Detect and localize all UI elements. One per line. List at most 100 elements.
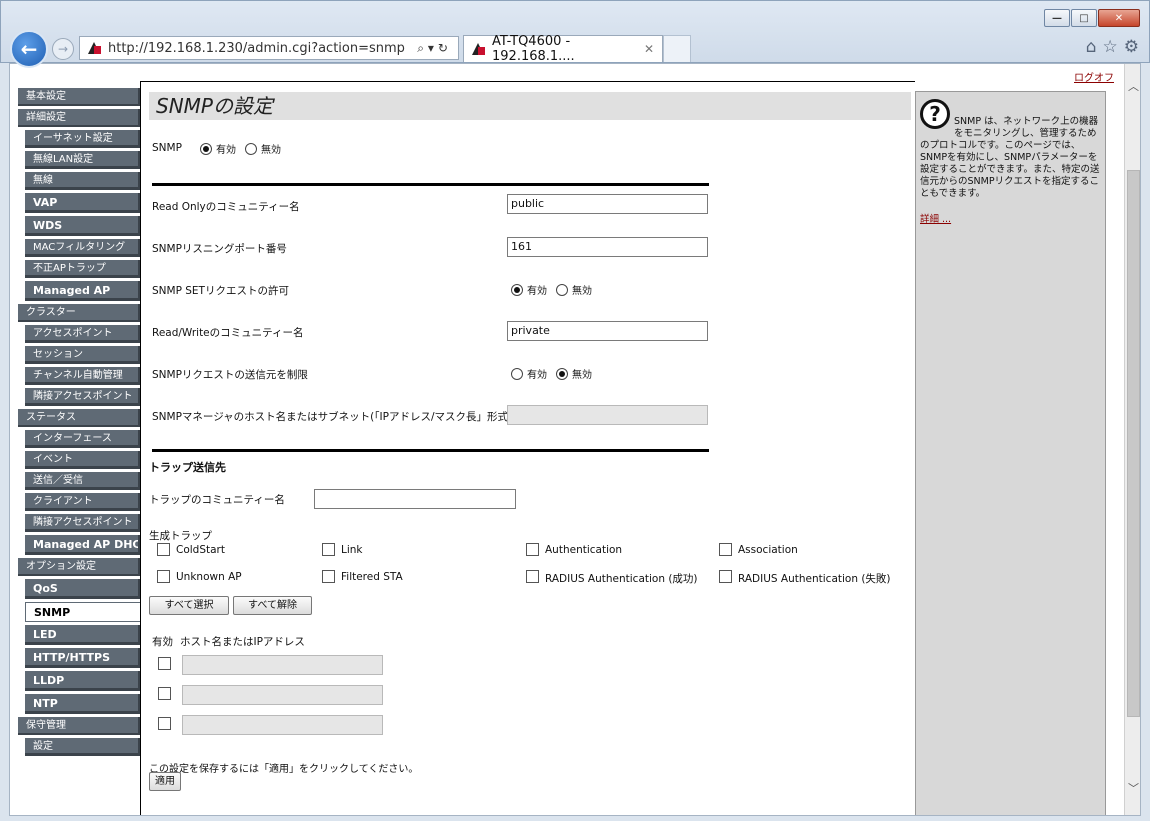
help-more-link[interactable]: 詳細 ... — [920, 214, 1101, 226]
sidebar-item[interactable]: Managed AP — [25, 281, 140, 301]
toolbar-icons: ⌂ ☆ ⚙ — [1086, 37, 1139, 57]
sidebar-item[interactable]: クラスター — [18, 304, 140, 322]
scroll-down-icon[interactable]: ﹀ — [1125, 780, 1140, 798]
snmp-enable-radio[interactable] — [200, 142, 212, 155]
gear-icon[interactable]: ⚙ — [1124, 37, 1139, 57]
trap-checkbox[interactable] — [719, 543, 732, 556]
sidebar-item[interactable]: 隣接アクセスポイント — [25, 388, 140, 406]
host-1-address-input[interactable] — [182, 655, 383, 675]
sidebar-item[interactable]: 隣接アクセスポイント — [25, 514, 140, 532]
tab-title[interactable]: AT-TQ4600 - 192.168.1.... — [492, 34, 644, 64]
sidebar-item[interactable]: イーサネット設定 — [25, 130, 140, 148]
sidebar-item[interactable]: アクセスポイント — [25, 325, 140, 343]
ro-community-input[interactable]: public — [507, 194, 708, 214]
sidebar-item[interactable]: MACフィルタリング — [25, 239, 140, 257]
sidebar-item[interactable]: LED — [25, 625, 140, 645]
new-tab-button[interactable] — [663, 35, 691, 62]
trap-label: RADIUS Authentication (失敗) — [738, 573, 891, 585]
snmp-label: SNMP — [152, 142, 182, 154]
clear-all-button[interactable]: すべて解除 — [233, 596, 312, 615]
address-url[interactable]: http://192.168.1.230/admin.cgi?action=sn… — [108, 41, 417, 56]
restrict-source-label: SNMPリクエストの送信元を制限 — [152, 369, 308, 381]
trap-checkbox[interactable] — [322, 570, 335, 583]
search-refresh-icons[interactable]: ⌕▾↻ — [417, 41, 452, 56]
trap-checkbox[interactable] — [322, 543, 335, 556]
manager-host-label: SNMPマネージャのホスト名またはサブネット(「IPアドレス/マスク長」形式) — [152, 411, 513, 423]
sidebar-item[interactable]: 無線LAN設定 — [25, 151, 140, 169]
scroll-up-icon[interactable]: ︿ — [1125, 78, 1140, 96]
help-question-icon: ? — [920, 99, 950, 129]
page-title: SNMPの設定 — [149, 92, 911, 120]
restrict-source-enable-radio[interactable] — [511, 367, 523, 380]
snmp-disable-radio[interactable] — [245, 142, 257, 155]
restrict-source-disable-radio[interactable] — [556, 367, 568, 380]
select-all-button[interactable]: すべて選択 — [149, 596, 229, 615]
sidebar-item[interactable]: チャンネル自動管理 — [25, 367, 140, 385]
sidebar-item[interactable]: クライアント — [25, 493, 140, 511]
save-note: この設定を保存するには「適用」をクリックしてください。 — [149, 764, 419, 775]
host-1-enable-checkbox[interactable] — [158, 657, 171, 670]
manager-host-input[interactable] — [507, 405, 708, 425]
main-panel: SNMPの設定 SNMP 有効 無効 Read Onlyのコミュニティー名 pu… — [140, 81, 915, 815]
rw-community-label: Read/Writeのコミュニティー名 — [152, 327, 304, 339]
forward-button[interactable]: → — [52, 38, 74, 60]
sidebar-item[interactable]: VAP — [25, 193, 140, 213]
vertical-scrollbar[interactable]: ︿ ﹀ — [1124, 64, 1140, 815]
apply-button[interactable]: 適用 — [149, 772, 181, 791]
host-3-address-input[interactable] — [182, 715, 383, 735]
logout-link[interactable]: ログオフ — [1074, 69, 1114, 84]
restrict-source-disable-label: 無効 — [572, 370, 592, 381]
port-input[interactable]: 161 — [507, 237, 708, 257]
trap-checkbox[interactable] — [526, 543, 539, 556]
sidebar-item[interactable]: 送信／受信 — [25, 472, 140, 490]
sidebar-item[interactable]: イベント — [25, 451, 140, 469]
trap-label: Unknown AP — [176, 571, 242, 583]
sidebar-item[interactable]: 基本設定 — [18, 88, 140, 106]
maximize-button[interactable]: □ — [1071, 9, 1097, 27]
hosts-address-header: ホスト名またはIPアドレス — [180, 636, 305, 648]
sidebar-item[interactable]: 保守管理 — [18, 717, 140, 735]
host-3-enable-checkbox[interactable] — [158, 717, 171, 730]
trap-checkbox[interactable] — [526, 570, 539, 583]
sidebar-item[interactable]: SNMP — [25, 602, 148, 622]
sidebar-nav: 基本設定詳細設定イーサネット設定 無線LAN設定 無線 VAP WDS MACフィルタリン… — [18, 88, 148, 759]
trap-checkbox[interactable] — [157, 543, 170, 556]
sidebar-item[interactable]: NTP — [25, 694, 140, 714]
trap-checkbox[interactable] — [719, 570, 732, 583]
scroll-thumb[interactable] — [1127, 170, 1140, 717]
sidebar-item[interactable]: 無線 — [25, 172, 140, 190]
sidebar-item[interactable]: Managed AP DHCP — [25, 535, 140, 555]
back-button[interactable]: ← — [10, 30, 48, 68]
browser-chrome: — □ ✕ ← → http://192.168.1.230/admin.cgi… — [0, 0, 1150, 68]
snmp-enable-label: 有効 — [216, 145, 236, 156]
sidebar-item[interactable]: 詳細設定 — [18, 109, 140, 127]
tab-close-icon[interactable]: ✕ — [644, 42, 654, 56]
sidebar-item[interactable]: WDS — [25, 216, 140, 236]
set-request-disable-radio[interactable] — [556, 283, 568, 296]
sidebar-item[interactable]: オプション設定 — [18, 558, 140, 576]
sidebar-item[interactable]: ステータス — [18, 409, 140, 427]
sidebar-item[interactable]: 不正APトラップ — [25, 260, 140, 278]
set-request-label: SNMP SETリクエストの許可 — [152, 285, 289, 297]
close-window-button[interactable]: ✕ — [1098, 9, 1140, 27]
sidebar-item[interactable]: LLDP — [25, 671, 140, 691]
trap-community-input[interactable] — [314, 489, 516, 509]
generate-traps-label: 生成トラップ — [149, 530, 212, 542]
set-request-enable-radio[interactable] — [511, 283, 523, 296]
host-2-address-input[interactable] — [182, 685, 383, 705]
sidebar-item[interactable]: 設定 — [25, 738, 140, 756]
trap-label: RADIUS Authentication (成功) — [545, 573, 698, 585]
browser-tab[interactable]: AT-TQ4600 - 192.168.1.... ✕ — [463, 34, 663, 64]
sidebar-item[interactable]: セッション — [25, 346, 140, 364]
host-2-enable-checkbox[interactable] — [158, 687, 171, 700]
hosts-enabled-header: 有効 — [152, 636, 173, 648]
home-icon[interactable]: ⌂ — [1086, 37, 1097, 57]
minimize-button[interactable]: — — [1044, 9, 1070, 27]
favorites-star-icon[interactable]: ☆ — [1103, 37, 1118, 57]
rw-community-input[interactable]: private — [507, 321, 708, 341]
address-bar[interactable]: http://192.168.1.230/admin.cgi?action=sn… — [79, 36, 459, 60]
sidebar-item[interactable]: QoS — [25, 579, 140, 599]
trap-checkbox[interactable] — [157, 570, 170, 583]
sidebar-item[interactable]: HTTP/HTTPS — [25, 648, 140, 668]
sidebar-item[interactable]: インターフェース — [25, 430, 140, 448]
